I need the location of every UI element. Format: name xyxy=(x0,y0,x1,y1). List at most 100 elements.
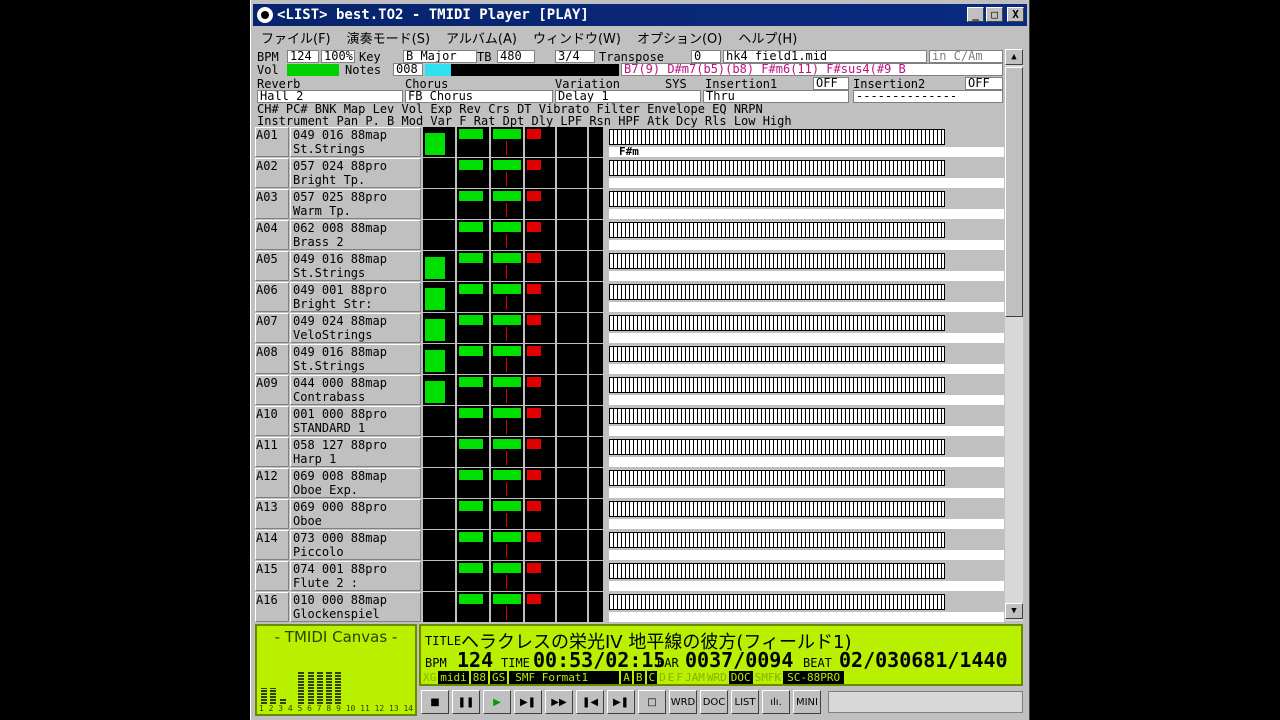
chord-strip xyxy=(609,240,1004,250)
keyboard xyxy=(609,253,945,269)
channel-row[interactable]: A16 010 000 88map Glockenspiel xyxy=(255,592,1004,623)
canvas-bar xyxy=(298,672,305,704)
stop-button[interactable]: ■ xyxy=(421,690,449,714)
close-button[interactable]: X xyxy=(1007,7,1024,22)
title-bar[interactable]: <LIST> best.TO2 - TMIDI Player [PLAY] _ … xyxy=(253,4,1027,26)
insertion2-value: OFF xyxy=(965,77,1003,90)
dt-meter xyxy=(589,592,603,622)
keyboard xyxy=(609,160,945,176)
scroll-up-arrow-icon[interactable]: ▲ xyxy=(1005,49,1023,65)
variation-label: Variation xyxy=(555,77,621,91)
channel-row[interactable]: A04 062 008 88map Brass 2 xyxy=(255,220,1004,251)
channel-row[interactable]: A02 057 024 88pro Bright Tp. xyxy=(255,158,1004,189)
status-tags: XG midi 88 GS SMF Format1 A B C D E F JA… xyxy=(423,670,1021,684)
wrd-button[interactable]: WRD xyxy=(669,690,697,714)
dt-meter xyxy=(589,437,603,467)
minimize-button[interactable]: _ xyxy=(967,7,984,22)
square-button[interactable]: □ xyxy=(638,690,666,714)
mini-button[interactable]: MINI xyxy=(793,690,821,714)
channel-grid: A01 049 016 88map St.Strings F#m A02 057 024 … xyxy=(255,127,1004,623)
canvas-bar xyxy=(335,672,342,704)
position-slider[interactable] xyxy=(828,691,1023,713)
insertion2-label: Insertion2 xyxy=(853,77,926,91)
channel-row[interactable]: A07 049 024 88map VeloStrings xyxy=(255,313,1004,344)
channel-row[interactable]: A05 049 016 88map St.Strings xyxy=(255,251,1004,282)
vertical-scrollbar[interactable]: ▲ ▼ xyxy=(1005,49,1023,621)
previous-track-button[interactable]: ❚◀ xyxy=(576,690,604,714)
channel-instrument: 044 000 88map Contrabass xyxy=(290,375,421,405)
vol-pan-meter xyxy=(457,375,489,405)
canvas-channel-labels: 1 2 3 4 5 6 7 8 9 10 11 12 13 14 15 16 xyxy=(259,704,415,713)
menu-file[interactable]: ファイル(F) xyxy=(253,28,339,47)
channel-row[interactable]: A14 073 000 88map Piccolo xyxy=(255,530,1004,561)
time-label: TIME xyxy=(501,656,530,670)
channel-number: A06 xyxy=(255,282,289,312)
rev-mod-meter xyxy=(525,561,555,591)
tempo-percent: 100% xyxy=(321,50,355,63)
vol-pan-meter xyxy=(457,344,489,374)
scroll-thumb[interactable] xyxy=(1005,67,1023,317)
list-button[interactable]: LIST xyxy=(731,690,759,714)
channel-instrument: 069 000 88pro Oboe xyxy=(290,499,421,529)
keyboard-spacer xyxy=(947,160,1004,176)
vol-pan-meter xyxy=(457,220,489,250)
channel-row[interactable]: A13 069 000 88pro Oboe xyxy=(255,499,1004,530)
chord-strip xyxy=(609,209,1004,219)
menu-options[interactable]: オプション(O) xyxy=(629,28,730,47)
key-label: Key xyxy=(359,50,381,64)
exp-pb-meter xyxy=(491,561,523,591)
rev-mod-meter xyxy=(525,375,555,405)
crs-var-meter xyxy=(557,158,587,188)
menu-album[interactable]: アルバム(A) xyxy=(438,28,525,47)
dt-meter xyxy=(589,530,603,560)
chord-strip xyxy=(609,550,1004,560)
bpm-value: 124 xyxy=(287,50,319,63)
canvas-title: - TMIDI Canvas - xyxy=(274,628,398,646)
tag-88: 88 xyxy=(470,670,488,684)
meter-value: 3/4 xyxy=(555,50,595,63)
crs-var-meter xyxy=(557,437,587,467)
channel-row[interactable]: A09 044 000 88map Contrabass xyxy=(255,375,1004,406)
vol-pan-meter xyxy=(457,561,489,591)
port-a: A xyxy=(621,670,632,684)
menu-window[interactable]: ウィンドウ(W) xyxy=(525,28,629,47)
channel-row[interactable]: A06 049 001 88pro Bright Str: xyxy=(255,282,1004,313)
channel-number: A11 xyxy=(255,437,289,467)
fast-forward-button[interactable]: ▶▶ xyxy=(545,690,573,714)
channel-row[interactable]: A01 049 016 88map St.Strings F#m xyxy=(255,127,1004,158)
menu-play-mode[interactable]: 演奏モード(S) xyxy=(339,28,438,47)
chorus-label: Chorus xyxy=(405,77,449,91)
doc-button[interactable]: DOC xyxy=(700,690,728,714)
channel-row[interactable]: A11 058 127 88pro Harp 1 xyxy=(255,437,1004,468)
channel-row[interactable]: A10 001 000 88pro STANDARD 1 xyxy=(255,406,1004,437)
tag-doc: DOC xyxy=(728,670,753,684)
pause-button[interactable]: ❚❚ xyxy=(452,690,480,714)
vol-pan-meter xyxy=(457,127,489,157)
level-meter xyxy=(423,406,455,436)
dt-meter xyxy=(589,344,603,374)
tag-wrd: WRD xyxy=(706,670,727,684)
channel-number: A07 xyxy=(255,313,289,343)
channel-row[interactable]: A15 074 001 88pro Flute 2 : xyxy=(255,561,1004,592)
spectrum-button[interactable]: ılı. xyxy=(762,690,790,714)
level-meter xyxy=(423,344,455,374)
keyboard-spacer xyxy=(947,222,1004,238)
crs-var-meter xyxy=(557,127,587,157)
status-bpm: 124 xyxy=(457,648,494,672)
maximize-button[interactable]: □ xyxy=(986,7,1003,22)
keyboard-spacer xyxy=(947,501,1004,517)
channel-row[interactable]: A08 049 016 88map St.Strings xyxy=(255,344,1004,375)
scroll-down-arrow-icon[interactable]: ▼ xyxy=(1005,603,1023,619)
exp-pb-meter xyxy=(491,375,523,405)
play-button[interactable]: ▶ xyxy=(483,690,511,714)
vol-pan-meter xyxy=(457,251,489,281)
port-f: F xyxy=(676,670,683,684)
vol-pan-meter xyxy=(457,189,489,219)
channel-row[interactable]: A03 057 025 88pro Warm Tp. xyxy=(255,189,1004,220)
step-forward-button[interactable]: ▶❚ xyxy=(514,690,542,714)
next-track-button[interactable]: ▶❚ xyxy=(607,690,635,714)
vol-pan-meter xyxy=(457,468,489,498)
menu-help[interactable]: ヘルプ(H) xyxy=(730,28,805,47)
channel-row[interactable]: A12 069 008 88map Oboe Exp. xyxy=(255,468,1004,499)
tb-value: 480 xyxy=(497,50,535,63)
